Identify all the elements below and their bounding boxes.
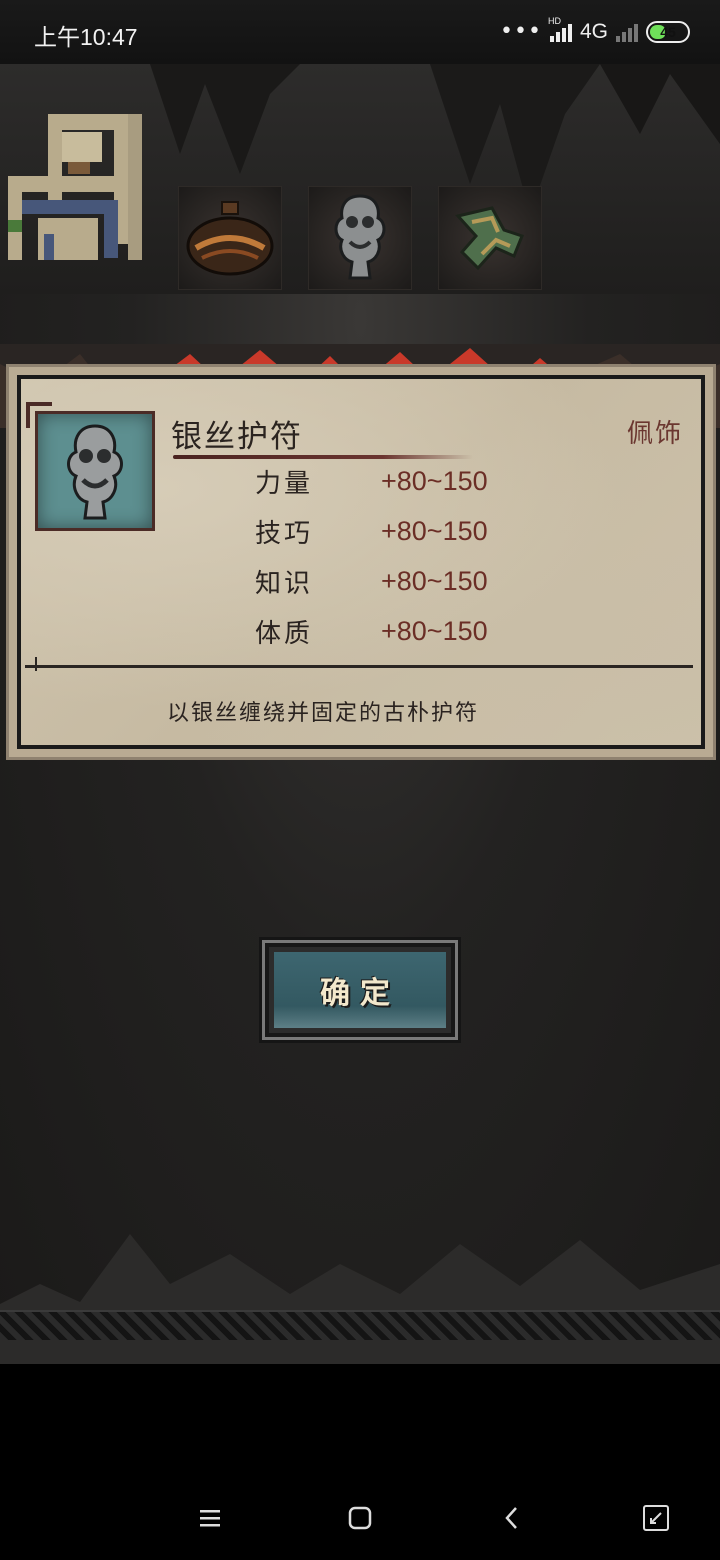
back-icon (505, 1507, 517, 1529)
network-type: 4G (579, 20, 608, 43)
recents-icon (643, 1505, 669, 1531)
item-icon-frame (26, 402, 155, 531)
stat-name: 力量 (255, 468, 314, 499)
silver-amulet-icon (334, 194, 386, 280)
back-button[interactable] (492, 1498, 532, 1538)
menu-icon (200, 1510, 220, 1527)
confirm-button-face[interactable]: 确定 (274, 952, 446, 1028)
home-icon (348, 1506, 372, 1530)
hd-label: HD (547, 16, 561, 26)
battery-icon: 45 (646, 21, 690, 43)
item-info-panel: 银丝护符 佩饰 力量 +80~150 技巧 +80~150 知识 +80~150… (6, 364, 716, 760)
menu-button[interactable] (190, 1498, 230, 1538)
pottery-jar-icon (186, 201, 274, 276)
item-info-parchment: 银丝护符 佩饰 力量 +80~150 技巧 +80~150 知识 +80~150… (17, 375, 705, 749)
jade-ornament-icon (455, 206, 524, 271)
stat-name: 技巧 (255, 518, 314, 549)
status-icons: ••• HD 4G 45 (500, 16, 690, 44)
system-nav-bar (0, 1470, 720, 1560)
stat-row: 知识 +80~150 (255, 561, 488, 601)
item-description: 以银丝缠绕并固定的古朴护符 (167, 701, 480, 726)
status-time: 上午10:47 (34, 24, 138, 50)
item-slot-3[interactable] (438, 186, 542, 290)
item-type-label: 佩饰 (626, 419, 683, 449)
frame-corner-ornament (26, 402, 52, 428)
battery-level: 45 (660, 24, 676, 40)
item-title: 银丝护符 (171, 419, 303, 455)
stat-value: +80~150 (381, 515, 488, 546)
stat-name: 体质 (255, 618, 314, 649)
title-underline (173, 455, 473, 459)
minimap[interactable] (8, 114, 142, 260)
home-button[interactable] (340, 1498, 380, 1538)
confirm-button[interactable]: 确定 (262, 940, 458, 1040)
stat-name: 知识 (255, 568, 314, 599)
signal-hd-group: HD (548, 16, 572, 42)
stat-row: 技巧 +80~150 (255, 511, 488, 551)
more-dots-icon: ••• (500, 19, 542, 44)
silver-amulet-icon (67, 424, 123, 520)
stat-row: 体质 +80~150 (255, 611, 488, 651)
confirm-button-label: 确定 (320, 976, 400, 1011)
stat-value: +80~150 (381, 465, 488, 496)
bottom-border-strip (0, 1310, 720, 1340)
signal-secondary-icon (616, 22, 638, 42)
stat-value: +80~150 (381, 615, 488, 646)
status-bar: 上午10:47 ••• HD 4G 45 (0, 0, 720, 64)
item-slot-2[interactable] (308, 186, 412, 290)
section-divider (25, 657, 693, 671)
recents-button[interactable] (636, 1498, 676, 1538)
stat-value: +80~150 (381, 565, 488, 596)
stat-row: 力量 +80~150 (255, 461, 488, 501)
item-slot-1[interactable] (178, 186, 282, 290)
